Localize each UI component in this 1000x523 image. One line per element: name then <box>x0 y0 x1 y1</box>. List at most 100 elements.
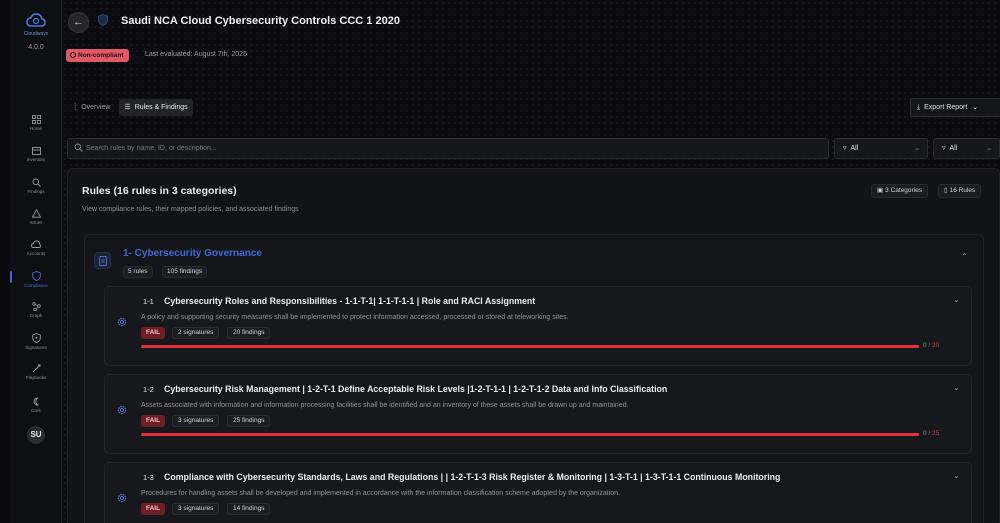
cloud-logo-icon <box>26 13 46 27</box>
pass-ratio: 0 / 20 <box>923 342 940 349</box>
signatures-tag: 3 signatures <box>172 415 220 427</box>
sidebar-item-label: Home <box>29 126 42 131</box>
sidebar-item-findings[interactable]: Findings <box>10 178 62 194</box>
findings-tag: 14 findings <box>227 503 271 515</box>
sidebar-item-graph[interactable]: Graph <box>10 302 62 318</box>
gear-icon <box>117 405 127 415</box>
filter-value: All <box>949 145 958 152</box>
search-input[interactable] <box>86 141 806 156</box>
tab-label: Rules & Findings <box>134 104 188 111</box>
sidebar-item-compliance[interactable]: Compliance <box>10 271 62 288</box>
tab-label: Overview <box>81 104 111 111</box>
category-card[interactable]: 1- Cybersecurity Governance 5 rules 105 … <box>84 234 984 523</box>
chevron-down-icon[interactable]: ⌄ <box>953 295 960 304</box>
shield-icon: ▯ <box>944 187 948 194</box>
rule-description: Procedures for handling assets shall be … <box>141 490 621 497</box>
rule-number: 1-1 <box>143 297 154 306</box>
cloud-icon <box>31 240 41 248</box>
sidebar: Cloudways 4.0.0 Home Inventory Findings … <box>10 0 62 523</box>
rule-card[interactable]: 1-2 Cybersecurity Risk Management | 1-2-… <box>104 374 972 454</box>
rule-number: 1-3 <box>143 473 154 482</box>
search-icon <box>74 143 83 152</box>
brand-logo[interactable]: Cloudways 4.0.0 <box>10 12 62 51</box>
layers-icon: ▣ <box>877 187 884 194</box>
sidebar-item-label: Graph <box>29 313 43 318</box>
sidebar-item-playbooks[interactable]: Playbooks <box>10 364 62 380</box>
pass-ratio: 0 / 25 <box>923 430 940 437</box>
sidebar-item-label: Signatures <box>25 345 47 350</box>
categories-count-pill: ▣ 3 Categories <box>871 184 929 198</box>
passed-count: 0 <box>923 342 927 349</box>
arrow-left-icon: ← <box>73 16 84 28</box>
page-title: Saudi NCA Cloud Cybersecurity Controls C… <box>121 15 400 27</box>
sidebar-item-label: Issues <box>29 220 43 225</box>
framework-logo-icon <box>98 14 108 26</box>
gear-icon <box>117 493 127 503</box>
sidebar-item-label: Compliance <box>24 283 48 288</box>
rules-count-pill: ▯ 16 Rules <box>938 184 982 198</box>
filter-select-2[interactable]: ▿ All ⌄ <box>933 138 1000 159</box>
sidebar-item-signatures[interactable]: Signatures <box>10 333 62 350</box>
rule-card[interactable]: 1-1 Cybersecurity Roles and Responsibili… <box>104 286 972 366</box>
tab-rules-findings[interactable]: ☰ Rules & Findings <box>119 99 193 116</box>
filter-value: All <box>850 145 859 152</box>
chevron-down-icon[interactable]: ⌄ <box>953 383 960 392</box>
sidebar-item-inventory[interactable]: Inventory <box>10 146 62 162</box>
main-content: ← Saudi NCA Cloud Cybersecurity Controls… <box>62 0 1000 523</box>
moon-icon <box>33 397 39 406</box>
rules-panel: Rules (16 rules in 3 categories) View co… <box>67 168 1000 523</box>
rule-title: Compliance with Cybersecurity Standards,… <box>164 472 781 482</box>
app-version: 4.0.0 <box>28 44 44 51</box>
sidebar-item-label: Playbooks <box>25 375 47 380</box>
user-avatar[interactable]: SU <box>27 426 45 444</box>
chevron-up-icon[interactable]: ⌃ <box>961 252 968 261</box>
sidebar-item-accounts[interactable]: Accounts <box>10 240 62 256</box>
signatures-tag: 2 signatures <box>172 327 220 339</box>
rule-description: A policy and supporting security measure… <box>141 314 569 321</box>
sidebar-item-label: Accounts <box>26 251 46 256</box>
export-report-button[interactable]: ⤓ Export Report ⌄ <box>910 98 1000 117</box>
last-evaluated: Last evaluated: August 7th, 2025 <box>145 51 247 58</box>
category-icon <box>94 252 111 269</box>
rules-panel-title: Rules (16 rules in 3 categories) <box>82 185 237 197</box>
signature-icon <box>31 333 41 343</box>
tab-overview[interactable]: ┊ Overview <box>68 99 115 116</box>
list-icon: ☰ <box>124 104 131 111</box>
signatures-tag: 3 signatures <box>172 503 220 515</box>
status-badge-label: Non-compliant <box>78 52 124 59</box>
total-count: 20 <box>932 342 940 349</box>
theme-toggle-dark[interactable]: Dark <box>10 397 62 413</box>
export-label: Export Report <box>924 104 968 111</box>
grid-icon <box>31 115 41 124</box>
rule-status-badge: FAIL <box>141 503 166 515</box>
filter-select-1[interactable]: ▿ All ⌄ <box>834 138 928 159</box>
rule-title: Cybersecurity Risk Management | 1-2-T-1 … <box>164 384 668 394</box>
chevron-down-icon[interactable]: ⌄ <box>953 471 960 480</box>
category-title: 1- Cybersecurity Governance <box>123 248 262 259</box>
total-count: 25 <box>932 430 940 437</box>
tab-bar: ┊ Overview ☰ Rules & Findings <box>68 99 193 116</box>
progress-fill <box>141 433 919 436</box>
calendar-icon <box>31 147 41 155</box>
rule-description: Assets associated with information and i… <box>141 402 629 409</box>
chevron-down-icon: ⌄ <box>972 104 979 111</box>
chevron-down-icon: ⌄ <box>914 145 920 152</box>
playbook-icon <box>32 364 40 373</box>
status-badge: Non-compliant <box>66 49 129 62</box>
sidebar-item-home[interactable]: Home <box>10 115 62 131</box>
pill-label: 16 Rules <box>949 187 976 194</box>
gear-icon <box>117 317 127 327</box>
rule-status-badge: FAIL <box>141 415 166 427</box>
rule-card[interactable]: 1-3 Compliance with Cybersecurity Standa… <box>104 462 972 523</box>
status-dot-icon <box>70 52 76 58</box>
search-icon <box>32 178 41 187</box>
progress-fill <box>141 345 919 348</box>
rule-title: Cybersecurity Roles and Responsibilities… <box>164 296 536 306</box>
sidebar-item-label: Findings <box>27 189 45 194</box>
filter-icon: ▿ <box>942 145 946 152</box>
back-button[interactable]: ← <box>68 12 89 33</box>
chevron-down-icon: ⌄ <box>986 145 992 152</box>
chart-icon: ┊ <box>73 104 78 111</box>
sidebar-item-issues[interactable]: Issues <box>10 209 62 225</box>
findings-tag: 25 findings <box>227 415 271 427</box>
